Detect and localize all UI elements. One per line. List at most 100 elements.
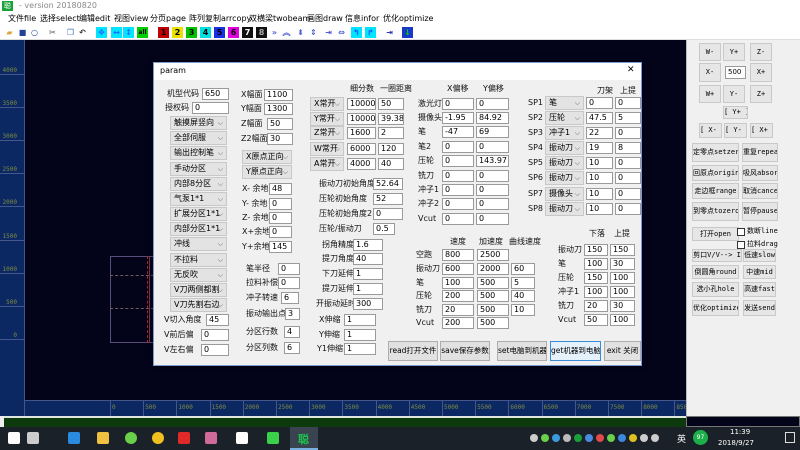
y-offset-input[interactable]: 0 — [476, 170, 509, 182]
menu-item[interactable]: 视图view — [114, 13, 148, 24]
mode-button[interactable]: 剪口V/V--> I — [692, 249, 742, 262]
horizontal-scrollbar[interactable] — [0, 416, 686, 427]
vertical-arrows-icon[interactable]: ↕ — [123, 27, 134, 38]
accel-input[interactable]: 2000 — [477, 263, 509, 275]
option-select[interactable]: 扩展分区1*1 ⌵ — [170, 207, 227, 221]
axis-mode-select[interactable]: X常开 ⌵ — [310, 97, 344, 111]
action-button[interactable]: 重复repeat — [742, 143, 778, 162]
option-select[interactable]: 气泵1*1 ⌵ — [170, 192, 227, 206]
circle-icon[interactable]: ○ — [29, 27, 40, 38]
option-select[interactable]: 全部伺服 ⌵ — [170, 131, 227, 145]
down-input[interactable]: 100 — [584, 258, 608, 270]
speed-input[interactable]: 800 — [442, 249, 474, 261]
holder-input[interactable]: 10 — [586, 203, 613, 215]
tray-icon[interactable] — [541, 434, 549, 442]
text-input[interactable]: 0 — [201, 329, 229, 341]
speed-input[interactable]: 200 — [442, 290, 474, 302]
distance-input[interactable]: 2 — [378, 127, 404, 139]
open-folder-icon[interactable]: ▰ — [4, 27, 15, 38]
scale-input[interactable]: 1 — [344, 343, 376, 355]
mode-button[interactable]: 倒圆角round — [692, 265, 739, 279]
text-input[interactable]: 45 — [206, 314, 229, 326]
tray-icon[interactable] — [651, 434, 659, 442]
margin-input[interactable]: 0 — [269, 212, 292, 224]
menu-item[interactable]: 文件file — [8, 13, 36, 24]
auth-code-input[interactable]: 0 — [192, 102, 229, 114]
mode-button[interactable]: 高速fast — [743, 282, 776, 297]
read-button[interactable]: read打开文件 — [388, 341, 438, 361]
bracket-jog-button[interactable]: [ X- ] — [699, 123, 722, 138]
sp-tool-select[interactable]: 振动刀 ⌵ — [545, 171, 584, 185]
step-input[interactable]: 500 — [725, 66, 746, 79]
jog-yminus-button[interactable]: Y- — [723, 85, 745, 103]
down-input[interactable]: 50 — [584, 314, 608, 326]
text-input[interactable]: 6 — [284, 342, 300, 354]
x-offset-input[interactable]: 0 — [442, 198, 474, 210]
tray-icon[interactable] — [530, 434, 538, 442]
scale-input[interactable]: 1 — [344, 314, 376, 326]
text-input[interactable]: 52 — [373, 193, 403, 205]
subdivision-input[interactable]: 10000 — [347, 98, 376, 110]
lift-input[interactable]: 0 — [615, 157, 641, 169]
y-offset-input[interactable]: 84.92 — [476, 112, 509, 124]
layer-3-icon[interactable]: 3 — [186, 27, 197, 38]
tray-icon[interactable] — [629, 434, 637, 442]
down-input[interactable]: 150 — [584, 244, 608, 256]
text-input[interactable]: 52.64 — [373, 178, 403, 190]
collapse-vertical-icon[interactable]: ⇟ — [295, 27, 306, 38]
axis-mode-select[interactable]: A常开 ⌵ — [310, 157, 344, 171]
lift-input[interactable]: 0 — [615, 97, 641, 109]
speed-input[interactable]: 20 — [442, 304, 474, 316]
text-input[interactable]: 0.5 — [373, 223, 395, 235]
lift-input[interactable]: 0 — [615, 203, 641, 215]
skip-end-icon[interactable]: ⇥ — [384, 27, 395, 38]
accel-input[interactable]: 2500 — [477, 249, 509, 261]
x-offset-input[interactable]: 0 — [442, 155, 474, 167]
tray-icon[interactable] — [574, 434, 582, 442]
layer-2-icon[interactable]: 2 — [172, 27, 183, 38]
lift-input[interactable]: 0 — [615, 127, 641, 139]
get-button[interactable]: get机器到电脑 — [550, 341, 601, 361]
origin-direction-select[interactable]: X原点正向 ⌵ — [242, 150, 292, 164]
menu-item[interactable]: 画图draw — [307, 13, 343, 24]
layer-1-icon[interactable]: 1 — [158, 27, 169, 38]
menu-item[interactable]: 编辑edit — [79, 13, 110, 24]
option-select[interactable]: 无反吹 ⌵ — [170, 268, 227, 282]
double-chevron-right-icon[interactable]: » — [269, 27, 280, 38]
option-select[interactable]: V刀先割右边 ⌵ — [170, 298, 227, 312]
y-offset-input[interactable]: 0 — [476, 198, 509, 210]
holder-input[interactable]: 10 — [586, 172, 613, 184]
distance-input[interactable]: 40 — [378, 158, 404, 170]
size-input[interactable]: 1300 — [264, 103, 293, 115]
down-input[interactable]: 20 — [584, 300, 608, 312]
copy-icon[interactable]: ❐ — [65, 27, 76, 38]
text-input[interactable]: 4 — [284, 326, 300, 338]
option-select[interactable]: V刀两侧都割 ⌵ — [170, 283, 227, 297]
tray-icon[interactable] — [563, 434, 571, 442]
action-button[interactable]: 走边框range — [692, 183, 739, 199]
mode-button[interactable]: 低速slow — [743, 249, 776, 262]
text-input[interactable]: 0 — [373, 208, 403, 220]
update-badge[interactable]: 97 — [693, 430, 708, 445]
x-offset-input[interactable]: -47 — [442, 126, 474, 138]
text-input[interactable]: 0 — [201, 344, 229, 356]
down-input[interactable]: 150 — [584, 272, 608, 284]
option-select[interactable]: 冲线 ⌵ — [170, 237, 227, 251]
x-offset-input[interactable]: 0 — [442, 141, 474, 153]
accel-input[interactable]: 500 — [477, 290, 509, 302]
edge-browser-icon[interactable] — [68, 432, 80, 444]
select-all-icon[interactable]: all — [137, 27, 148, 38]
expand-vertical-icon[interactable]: ⇕ — [308, 27, 319, 38]
bracket-jog-button[interactable]: [ X+ ] — [750, 123, 773, 138]
exit-button[interactable]: exit 关闭 — [604, 341, 641, 361]
margin-input[interactable]: 0 — [269, 198, 292, 210]
up-input[interactable]: 150 — [610, 244, 635, 256]
subdivision-input[interactable]: 10000 — [347, 113, 376, 125]
sp-tool-select[interactable]: 摄像头 ⌵ — [545, 187, 584, 201]
undo-icon[interactable]: ↶ — [77, 27, 88, 38]
accel-input[interactable]: 500 — [477, 317, 509, 329]
download-icon[interactable]: ↓ — [402, 27, 413, 38]
turn-right-icon[interactable]: ↱ — [365, 27, 376, 38]
lift-input[interactable]: 5 — [615, 112, 641, 124]
move-icon[interactable]: ✥ — [96, 27, 107, 38]
